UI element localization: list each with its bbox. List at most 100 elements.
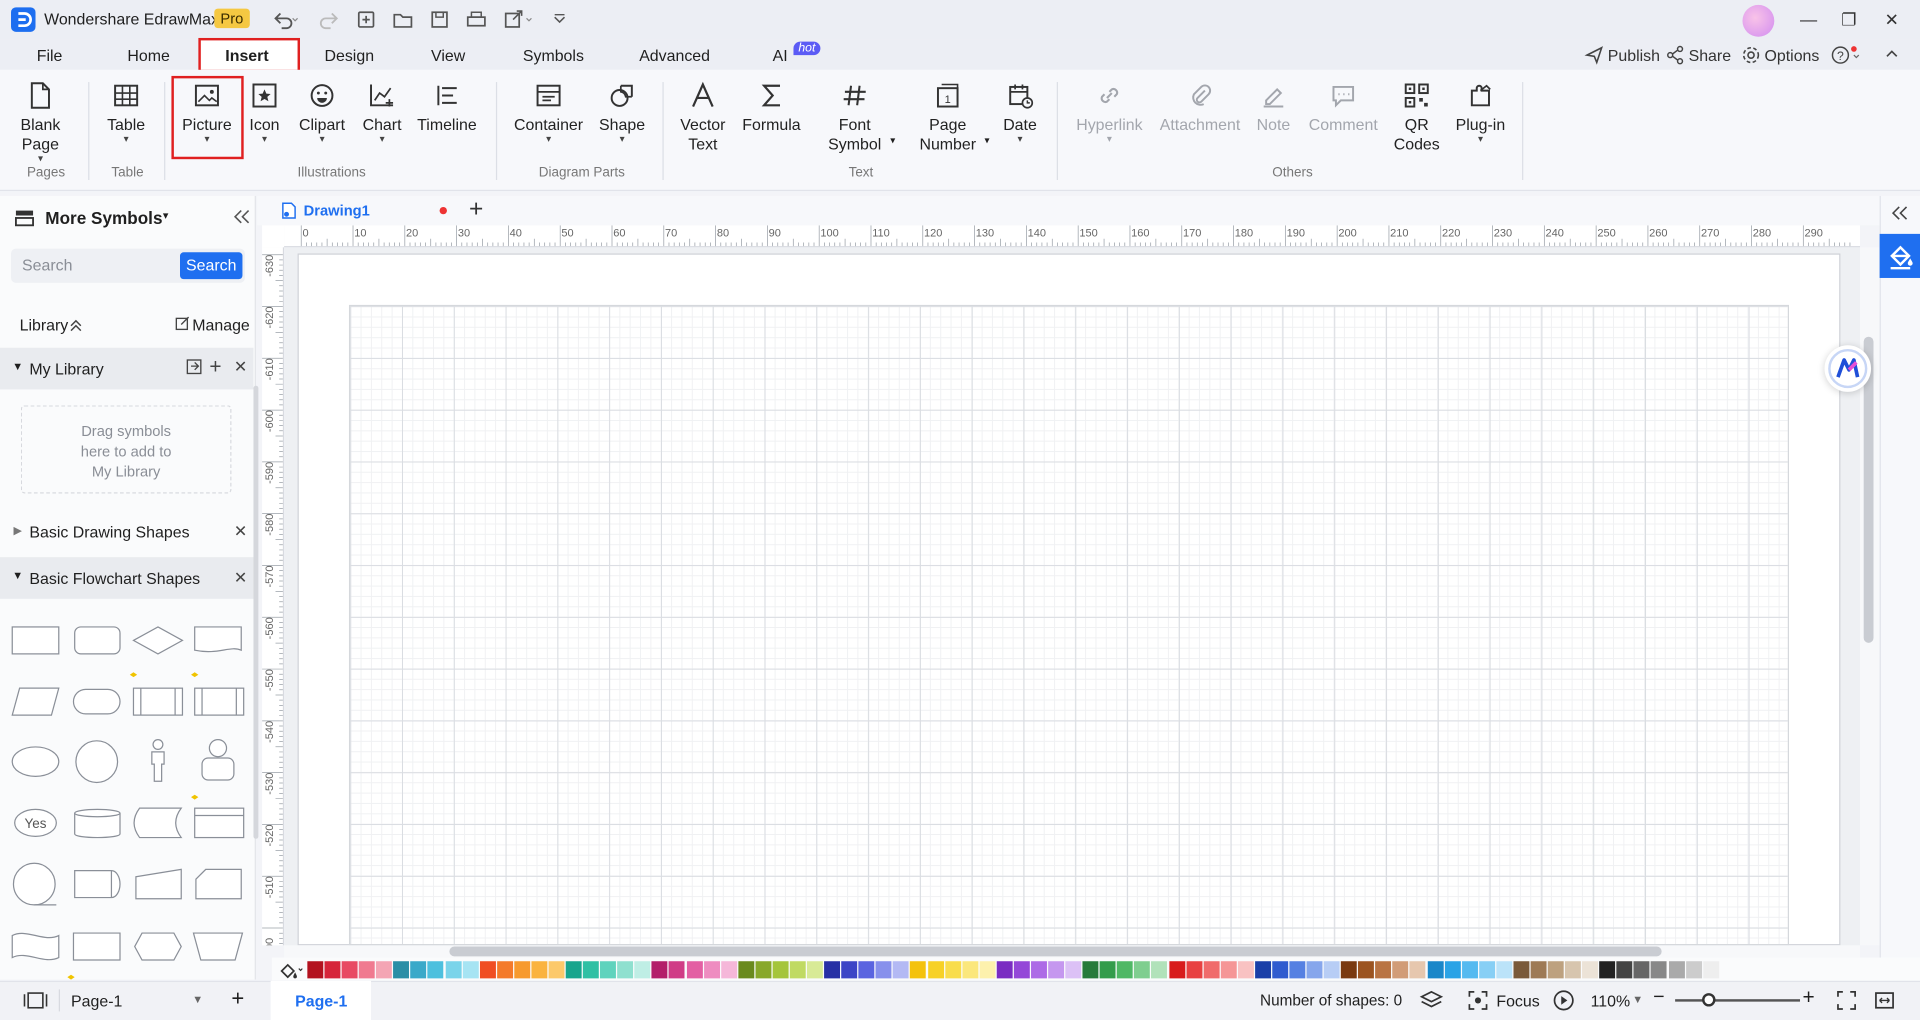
- color-swatch[interactable]: [548, 961, 565, 979]
- page-number-caret[interactable]: ▾: [984, 135, 989, 146]
- color-swatch[interactable]: [772, 961, 789, 979]
- ai-assistant-button[interactable]: [1824, 345, 1872, 392]
- color-swatch[interactable]: [1030, 961, 1047, 979]
- focus-button[interactable]: Focus: [1496, 992, 1539, 1010]
- color-swatch[interactable]: [703, 961, 720, 979]
- save-icon[interactable]: [429, 9, 451, 31]
- search-button[interactable]: Search: [180, 252, 243, 280]
- color-swatch[interactable]: [1496, 961, 1513, 979]
- add-page-icon[interactable]: +: [231, 986, 244, 1012]
- library-label[interactable]: Library: [20, 316, 69, 334]
- restore-icon[interactable]: ❐: [1839, 10, 1859, 31]
- color-swatch[interactable]: [531, 961, 548, 979]
- user-avatar[interactable]: [1742, 4, 1775, 37]
- color-swatch[interactable]: [1168, 961, 1185, 979]
- color-swatch[interactable]: [1323, 961, 1340, 979]
- zoom-slider-track[interactable]: [1675, 999, 1801, 1002]
- my-library-caret-icon[interactable]: ▼: [12, 360, 23, 372]
- color-swatch[interactable]: [1099, 961, 1116, 979]
- color-swatch[interactable]: [1444, 961, 1461, 979]
- new-icon[interactable]: [355, 9, 377, 31]
- help-icon[interactable]: ?: [1831, 45, 1863, 65]
- color-swatch[interactable]: [307, 961, 324, 979]
- plugin-button[interactable]: Plug-in ▾: [1452, 80, 1508, 145]
- focus-icon[interactable]: [1467, 989, 1489, 1011]
- fill-panel-button[interactable]: [1879, 233, 1920, 278]
- expand-caret-icon[interactable]: ▶: [13, 524, 21, 537]
- share-button[interactable]: Share: [1689, 47, 1731, 65]
- zoom-caret[interactable]: ▼: [1632, 993, 1643, 1005]
- color-swatch[interactable]: [944, 961, 961, 979]
- open-folder-icon[interactable]: [392, 9, 414, 31]
- color-swatch[interactable]: [1582, 961, 1599, 979]
- attachment-button[interactable]: Attachment: [1156, 80, 1244, 135]
- color-swatch[interactable]: [1392, 961, 1409, 979]
- qr-codes-button[interactable]: QR Codes: [1391, 80, 1442, 155]
- color-swatch[interactable]: [341, 961, 358, 979]
- color-swatch[interactable]: [514, 961, 530, 979]
- options-button[interactable]: Options: [1765, 47, 1820, 65]
- close-icon[interactable]: ✕: [1882, 10, 1902, 31]
- color-swatch[interactable]: [1341, 961, 1357, 979]
- play-icon[interactable]: [1553, 989, 1575, 1011]
- minimize-icon[interactable]: —: [1799, 10, 1819, 30]
- add-library-icon[interactable]: +: [209, 355, 221, 379]
- color-swatch[interactable]: [858, 961, 875, 979]
- color-swatch[interactable]: [1651, 961, 1668, 979]
- publish-button[interactable]: Publish: [1608, 47, 1660, 65]
- color-swatch[interactable]: [1220, 961, 1237, 979]
- close-my-library-icon[interactable]: ✕: [234, 358, 247, 378]
- color-swatch[interactable]: [1117, 961, 1134, 979]
- color-swatch[interactable]: [1427, 961, 1444, 979]
- color-swatch[interactable]: [893, 961, 910, 979]
- color-swatch[interactable]: [1306, 961, 1323, 979]
- color-swatch[interactable]: [1048, 961, 1065, 979]
- chart-button[interactable]: Chart ▾: [360, 80, 404, 145]
- color-swatch[interactable]: [462, 961, 479, 979]
- color-swatch[interactable]: [841, 961, 858, 979]
- zoom-in-icon[interactable]: +: [1802, 986, 1814, 1010]
- color-swatch[interactable]: [582, 961, 599, 979]
- add-document-icon[interactable]: +: [469, 196, 483, 224]
- container-button[interactable]: Container ▾: [512, 80, 585, 145]
- color-swatch[interactable]: [927, 961, 944, 979]
- fit-page-icon[interactable]: [1837, 990, 1857, 1011]
- zoom-out-icon[interactable]: −: [1653, 987, 1664, 1009]
- collapse-ribbon-icon[interactable]: [1883, 45, 1900, 62]
- color-swatch[interactable]: [445, 961, 462, 979]
- color-swatch[interactable]: [720, 961, 737, 979]
- color-swatch[interactable]: [376, 961, 393, 979]
- manage-button[interactable]: Manage: [192, 316, 250, 334]
- close-section-icon[interactable]: ✕: [234, 568, 247, 588]
- color-swatch[interactable]: [1685, 961, 1702, 979]
- color-swatch[interactable]: [1530, 961, 1547, 979]
- panel-scrollbar[interactable]: [253, 385, 259, 839]
- date-button[interactable]: Date ▾: [999, 80, 1041, 145]
- color-swatch[interactable]: [1633, 961, 1650, 979]
- vector-text-button[interactable]: Vector Text: [676, 80, 730, 155]
- zoom-slider-thumb[interactable]: [1702, 993, 1716, 1007]
- color-swatch[interactable]: [1272, 961, 1289, 979]
- color-swatch[interactable]: [669, 961, 686, 979]
- color-swatch[interactable]: [359, 961, 375, 979]
- formula-button[interactable]: Formula: [740, 80, 804, 135]
- color-swatch[interactable]: [1289, 961, 1306, 979]
- hyperlink-button[interactable]: Hyperlink ▾: [1073, 80, 1146, 145]
- fullscreen-icon[interactable]: [1875, 991, 1895, 1011]
- page-selector-caret[interactable]: ▼: [192, 993, 203, 1005]
- drawing-grid[interactable]: [348, 304, 1789, 946]
- color-swatch[interactable]: [1409, 961, 1426, 979]
- menu-view[interactable]: View: [431, 47, 465, 65]
- menu-advanced[interactable]: Advanced: [639, 47, 710, 65]
- panel-title-caret[interactable]: ▾: [163, 209, 169, 222]
- color-swatch[interactable]: [686, 961, 703, 979]
- menu-design[interactable]: Design: [324, 47, 374, 65]
- color-swatch[interactable]: [1668, 961, 1685, 979]
- color-swatch[interactable]: [1702, 961, 1719, 979]
- color-swatch[interactable]: [738, 961, 754, 979]
- note-button[interactable]: Note: [1251, 80, 1295, 135]
- color-swatch[interactable]: [600, 961, 617, 979]
- close-section-icon[interactable]: ✕: [234, 522, 247, 542]
- menu-ai[interactable]: AI: [773, 47, 788, 65]
- menu-insert[interactable]: Insert: [225, 47, 268, 65]
